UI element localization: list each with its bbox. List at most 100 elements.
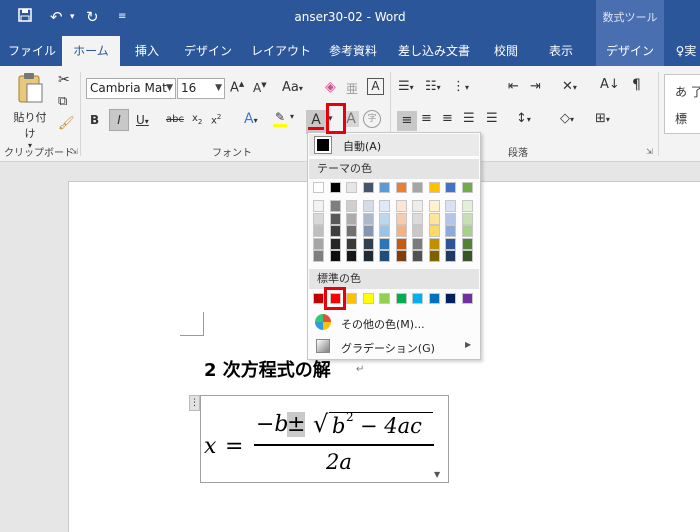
standard-color-swatch[interactable] xyxy=(445,293,456,304)
theme-shade-swatch[interactable] xyxy=(395,200,407,212)
theme-color-swatch[interactable] xyxy=(445,182,456,193)
standard-color-swatch[interactable] xyxy=(346,293,357,304)
strikethrough-icon[interactable]: abc xyxy=(166,114,184,125)
chinese-layout-icon[interactable]: ✕▾ xyxy=(562,79,577,94)
auto-color-item[interactable]: 自動(A) xyxy=(309,134,479,156)
theme-shade-swatch[interactable] xyxy=(461,200,473,212)
styles-gallery[interactable]: あ 了 標 xyxy=(664,74,700,134)
theme-shade-swatch[interactable] xyxy=(329,225,341,237)
theme-shade-swatch[interactable] xyxy=(428,212,440,225)
more-colors-item[interactable]: その他の色(M)... xyxy=(309,312,479,334)
shrink-font-icon[interactable]: A▼ xyxy=(253,81,267,95)
theme-shade-swatch[interactable] xyxy=(461,237,473,250)
theme-shade-swatch[interactable] xyxy=(313,200,324,212)
tab-layout[interactable]: レイアウト xyxy=(246,36,316,66)
tab-equation-design[interactable]: デザイン xyxy=(596,36,664,66)
theme-shade-swatch[interactable] xyxy=(412,212,423,225)
equation-box[interactable]: x = −b ± √ b 2 − 4ac 2a xyxy=(200,395,449,483)
gradient-item[interactable]: グラデーション(G) ▶ xyxy=(309,336,479,358)
theme-shade-swatch[interactable] xyxy=(329,250,341,262)
subscript-icon[interactable]: x2 xyxy=(192,113,202,126)
enclose-characters-icon[interactable]: 字 xyxy=(363,110,381,128)
justify-icon[interactable]: ☰ xyxy=(463,111,475,126)
theme-shade-swatch[interactable] xyxy=(346,212,357,225)
equation-handle[interactable]: ⋮ xyxy=(189,395,200,411)
decrease-indent-icon[interactable]: ⇤ xyxy=(508,79,519,94)
theme-shade-swatch[interactable] xyxy=(362,212,374,225)
theme-shade-swatch[interactable] xyxy=(395,250,407,262)
standard-color-swatch[interactable] xyxy=(461,293,473,304)
theme-shade-swatch[interactable] xyxy=(379,250,390,262)
theme-shade-swatch[interactable] xyxy=(379,200,390,212)
text-effects-icon[interactable]: A▾ xyxy=(244,111,258,127)
theme-shade-swatch[interactable] xyxy=(313,225,324,237)
standard-color-swatch[interactable] xyxy=(412,293,423,304)
theme-shade-swatch[interactable] xyxy=(461,212,473,225)
theme-shade-swatch[interactable] xyxy=(412,225,423,237)
theme-color-swatch[interactable] xyxy=(329,182,341,193)
clear-formatting-icon[interactable]: ◈ xyxy=(325,79,336,95)
tab-view[interactable]: 表示 xyxy=(536,36,586,66)
theme-shade-swatch[interactable] xyxy=(313,237,324,250)
equation-options-icon[interactable]: ▼ xyxy=(434,470,440,479)
align-left-icon[interactable]: ≡ xyxy=(397,111,417,131)
distributed-icon[interactable]: ☰ xyxy=(486,111,498,126)
theme-shade-swatch[interactable] xyxy=(379,237,390,250)
theme-shade-swatch[interactable] xyxy=(461,250,473,262)
format-painter-icon[interactable]: 🖌 xyxy=(58,116,75,131)
highlight-icon[interactable]: ✎ xyxy=(273,110,287,127)
theme-shade-swatch[interactable] xyxy=(445,225,456,237)
numbering-icon[interactable]: ☷▾ xyxy=(425,79,441,94)
show-formatting-icon[interactable]: ¶ xyxy=(632,77,641,93)
theme-color-swatch[interactable] xyxy=(461,182,473,193)
theme-shade-swatch[interactable] xyxy=(445,200,456,212)
align-center-icon[interactable]: ≡ xyxy=(421,111,432,126)
standard-color-swatch[interactable] xyxy=(428,293,440,304)
multilevel-list-icon[interactable]: ⋮▾ xyxy=(452,79,469,94)
theme-shade-swatch[interactable] xyxy=(395,225,407,237)
theme-shade-swatch[interactable] xyxy=(346,200,357,212)
theme-shade-swatch[interactable] xyxy=(329,200,341,212)
theme-shade-swatch[interactable] xyxy=(461,225,473,237)
theme-shade-swatch[interactable] xyxy=(428,225,440,237)
font-name-combo[interactable]: Cambria Mat ▼ xyxy=(86,78,176,99)
theme-shade-swatch[interactable] xyxy=(412,250,423,262)
font-size-combo[interactable]: 16 ▼ xyxy=(177,78,225,99)
theme-shade-swatch[interactable] xyxy=(346,225,357,237)
shading-icon[interactable]: ◇▾ xyxy=(560,111,574,126)
tab-review[interactable]: 校閲 xyxy=(484,36,528,66)
underline-icon[interactable]: U▾ xyxy=(136,113,149,127)
bullets-icon[interactable]: ☰▾ xyxy=(398,79,414,94)
theme-shade-swatch[interactable] xyxy=(379,212,390,225)
theme-shade-swatch[interactable] xyxy=(445,212,456,225)
borders-icon[interactable]: ⊞▾ xyxy=(595,111,610,126)
theme-shade-swatch[interactable] xyxy=(445,250,456,262)
theme-shade-swatch[interactable] xyxy=(362,225,374,237)
theme-shade-swatch[interactable] xyxy=(445,237,456,250)
sort-icon[interactable]: A↓ xyxy=(600,77,620,92)
standard-color-swatch[interactable] xyxy=(362,293,374,304)
tab-design[interactable]: デザイン xyxy=(176,36,240,66)
theme-shade-swatch[interactable] xyxy=(329,237,341,250)
tab-insert[interactable]: 挿入 xyxy=(124,36,170,66)
theme-shade-swatch[interactable] xyxy=(362,237,374,250)
theme-shade-swatch[interactable] xyxy=(395,212,407,225)
theme-color-swatch[interactable] xyxy=(395,182,407,193)
theme-color-swatch[interactable] xyxy=(412,182,423,193)
tab-file[interactable]: ファイル xyxy=(4,36,60,66)
theme-shade-swatch[interactable] xyxy=(428,250,440,262)
theme-shade-swatch[interactable] xyxy=(329,212,341,225)
paste-button[interactable]: 貼り付け ▾ xyxy=(10,72,50,150)
character-border-icon[interactable]: A xyxy=(367,78,384,95)
theme-shade-swatch[interactable] xyxy=(362,200,374,212)
theme-shade-swatch[interactable] xyxy=(395,237,407,250)
clipboard-launcher-icon[interactable]: ⇲ xyxy=(71,147,78,156)
tab-home[interactable]: ホーム xyxy=(62,36,120,66)
theme-color-swatch[interactable] xyxy=(346,182,357,193)
line-spacing-icon[interactable]: ↕▾ xyxy=(516,111,531,126)
standard-color-swatch[interactable] xyxy=(395,293,407,304)
phonetic-guide-icon[interactable]: 亜 xyxy=(346,80,358,97)
cut-icon[interactable]: ✂ xyxy=(58,72,70,88)
theme-shade-swatch[interactable] xyxy=(313,212,324,225)
tell-me[interactable]: ♀実 xyxy=(672,36,700,66)
